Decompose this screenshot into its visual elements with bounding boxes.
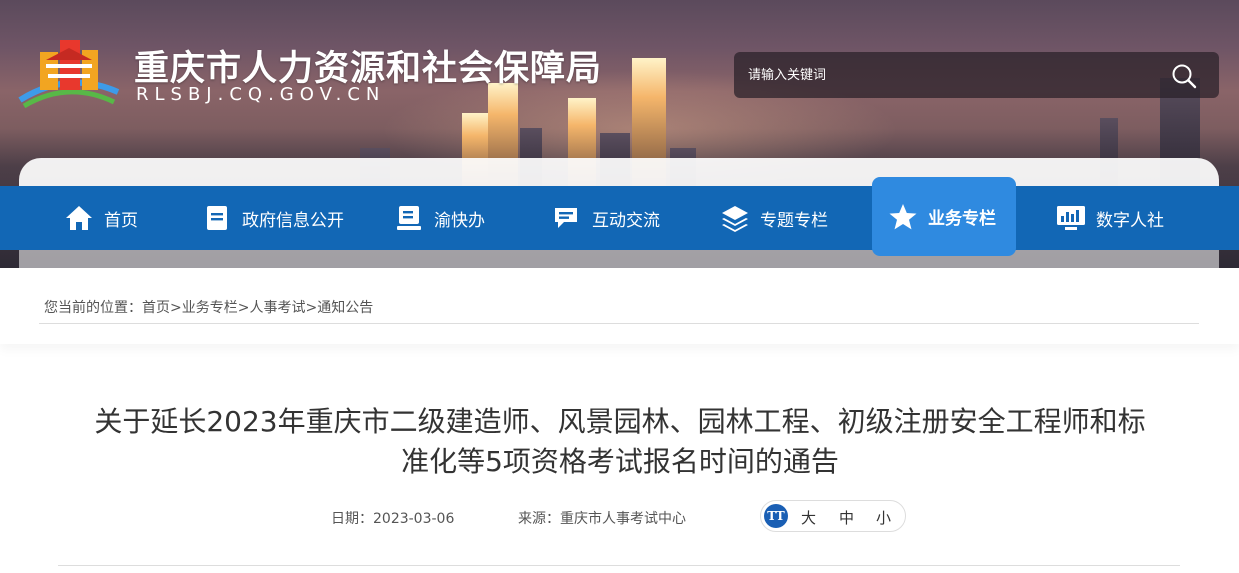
breadcrumb-divider <box>39 323 1199 324</box>
article-source: 来源：重庆市人事考试中心 <box>518 508 686 528</box>
nav-item-digital[interactable]: 数字人社 <box>1056 186 1164 250</box>
nav-item-home[interactable]: 首页 <box>64 186 138 250</box>
nav-item-label: 互动交流 <box>592 210 660 231</box>
document-icon <box>207 206 227 230</box>
font-size-switcher: TT 大 中 小 <box>760 500 906 532</box>
nav-item-label: 首页 <box>104 210 138 231</box>
site-domain: RLSBJ.CQ.GOV.CN <box>136 84 386 105</box>
nav-item-gov-info[interactable]: 政府信息公开 <box>202 186 344 250</box>
nav-item-label: 专题专栏 <box>760 210 828 231</box>
nav-item-label: 政府信息公开 <box>242 210 344 231</box>
star-icon <box>889 203 917 229</box>
font-size-small-button[interactable]: 小 <box>876 507 891 528</box>
breadcrumb-item-notice[interactable]: 通知公告 <box>317 300 373 316</box>
breadcrumb-item-business[interactable]: 业务专栏 <box>182 300 238 316</box>
layers-icon <box>722 206 748 232</box>
search-icon[interactable] <box>1171 63 1197 89</box>
nav-item-label: 渝快办 <box>434 210 485 231</box>
service-book-icon <box>397 206 421 230</box>
home-icon <box>66 206 92 230</box>
article-title-line: 准化等5项资格考试报名时间的通告 <box>401 445 839 478</box>
source-label: 来源： <box>518 511 560 527</box>
date-label: 日期： <box>331 511 373 527</box>
nav-item-interaction[interactable]: 互动交流 <box>552 186 660 250</box>
nav-item-label: 业务专栏 <box>928 209 996 229</box>
font-size-large-button[interactable]: 大 <box>801 507 816 528</box>
font-size-icon: TT <box>764 504 788 528</box>
bureau-logo <box>18 40 120 109</box>
breadcrumb-separator: > <box>305 300 318 316</box>
font-size-medium-button[interactable]: 中 <box>839 507 854 528</box>
nav-item-label: 数字人社 <box>1096 210 1164 231</box>
search-input[interactable] <box>748 64 1148 86</box>
breadcrumb-separator: > <box>170 300 182 316</box>
breadcrumb: 您当前的位置：首页>业务专栏>人事考试>通知公告 <box>44 297 373 317</box>
nav-item-business[interactable]: 业务专栏 <box>872 177 1016 256</box>
main-nav: 首页 政府信息公开 渝快办 互动交流 专题专栏 业务专栏 数字人社 <box>0 177 1239 256</box>
nav-item-topics[interactable]: 专题专栏 <box>720 186 828 250</box>
article-title: 关于延长2023年重庆市二级建造师、风景园林、园林工程、初级注册安全工程师和标 … <box>40 402 1200 482</box>
article-title-line: 关于延长2023年重庆市二级建造师、风景园林、园林工程、初级注册安全工程师和标 <box>94 405 1146 438</box>
nav-item-yukuaiban[interactable]: 渝快办 <box>394 186 485 250</box>
breadcrumb-item-home[interactable]: 首页 <box>142 300 170 316</box>
article-divider <box>58 565 1180 566</box>
breadcrumb-prefix: 您当前的位置： <box>44 300 142 316</box>
chat-icon <box>555 208 577 228</box>
article-date: 日期：2023-03-06 <box>331 508 454 528</box>
breadcrumb-separator: > <box>237 300 250 316</box>
date-value: 2023-03-06 <box>373 511 455 527</box>
source-value: 重庆市人事考试中心 <box>560 511 686 527</box>
breadcrumb-item-exam[interactable]: 人事考试 <box>249 300 305 316</box>
breadcrumb-bar: 您当前的位置：首页>业务专栏>人事考试>通知公告 <box>0 268 1239 344</box>
nav-panel-bottom <box>19 250 1219 268</box>
monitor-chart-icon <box>1057 206 1085 230</box>
search-bar <box>734 52 1219 98</box>
